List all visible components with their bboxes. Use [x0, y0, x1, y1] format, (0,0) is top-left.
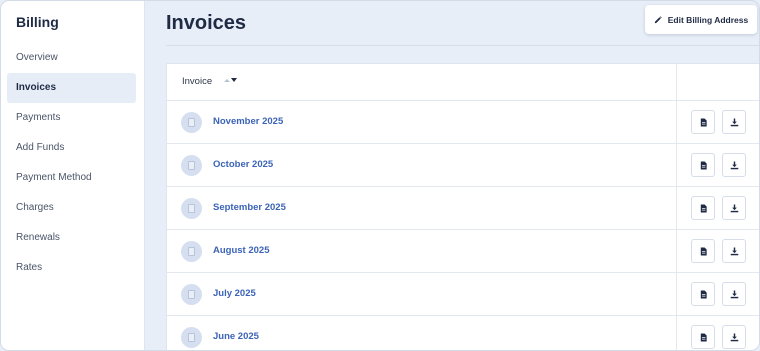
view-invoice-button[interactable]: [691, 196, 715, 220]
download-icon: [730, 117, 738, 126]
invoice-document-icon: [181, 155, 202, 176]
invoice-link[interactable]: July 2025: [213, 288, 256, 299]
document-icon: [700, 203, 707, 213]
invoice-column-header[interactable]: Invoice: [182, 76, 212, 87]
sidebar-item-invoices[interactable]: Invoices: [7, 73, 136, 103]
document-icon: [700, 289, 707, 299]
table-row: November 2025: [167, 101, 759, 144]
download-invoice-button[interactable]: [722, 153, 746, 177]
pencil-icon: [654, 15, 662, 23]
invoice-document-icon: [181, 327, 202, 348]
sidebar-item-payment-method[interactable]: Payment Method: [7, 163, 136, 193]
invoice-document-icon: [181, 112, 202, 133]
edit-billing-address-label: Edit Billing Address: [667, 14, 749, 25]
view-invoice-button[interactable]: [691, 282, 715, 306]
document-icon: [700, 246, 707, 256]
document-icon: [700, 117, 707, 127]
invoice-link[interactable]: October 2025: [213, 159, 273, 170]
sidebar-item-rates[interactable]: Rates: [7, 253, 136, 283]
download-icon: [730, 289, 738, 298]
download-icon: [730, 203, 738, 212]
invoice-document-icon: [181, 198, 202, 219]
view-invoice-button[interactable]: [691, 239, 715, 263]
sidebar-title: Billing: [16, 14, 59, 30]
invoice-link[interactable]: September 2025: [213, 202, 286, 213]
sidebar-item-overview[interactable]: Overview: [7, 43, 136, 73]
download-icon: [730, 332, 738, 341]
invoice-link[interactable]: August 2025: [213, 245, 270, 256]
table-row: July 2025: [167, 273, 759, 316]
download-icon: [730, 246, 738, 255]
table-row: September 2025: [167, 187, 759, 230]
page-title: Invoices: [166, 12, 247, 34]
download-invoice-button[interactable]: [722, 196, 746, 220]
sidebar-item-charges[interactable]: Charges: [7, 193, 136, 223]
invoices-table: Invoice November 2025 October 2025 Septe…: [166, 63, 759, 350]
table-row: August 2025: [167, 230, 759, 273]
billing-window: Billing Overview Invoices Payments Add F…: [0, 0, 760, 351]
sidebar: Billing Overview Invoices Payments Add F…: [1, 1, 145, 350]
sidebar-nav: Overview Invoices Payments Add Funds Pay…: [7, 43, 136, 283]
download-icon: [730, 160, 738, 169]
download-invoice-button[interactable]: [722, 325, 746, 349]
download-invoice-button[interactable]: [722, 110, 746, 134]
sort-icon[interactable]: [224, 78, 237, 82]
view-invoice-button[interactable]: [691, 153, 715, 177]
document-icon: [700, 332, 707, 342]
invoice-document-icon: [181, 284, 202, 305]
view-invoice-button[interactable]: [691, 325, 715, 349]
sidebar-item-renewals[interactable]: Renewals: [7, 223, 136, 253]
header-divider: [166, 45, 759, 46]
document-icon: [700, 160, 707, 170]
sidebar-item-add-funds[interactable]: Add Funds: [7, 133, 136, 163]
invoice-document-icon: [181, 241, 202, 262]
download-invoice-button[interactable]: [722, 282, 746, 306]
table-row: October 2025: [167, 144, 759, 187]
table-row: June 2025: [167, 316, 759, 350]
invoice-link[interactable]: November 2025: [213, 116, 283, 127]
view-invoice-button[interactable]: [691, 110, 715, 134]
edit-billing-address-button[interactable]: Edit Billing Address: [645, 5, 757, 34]
download-invoice-button[interactable]: [722, 239, 746, 263]
table-header: Invoice: [167, 64, 759, 101]
sidebar-item-payments[interactable]: Payments: [7, 103, 136, 133]
invoice-link[interactable]: June 2025: [213, 331, 259, 342]
